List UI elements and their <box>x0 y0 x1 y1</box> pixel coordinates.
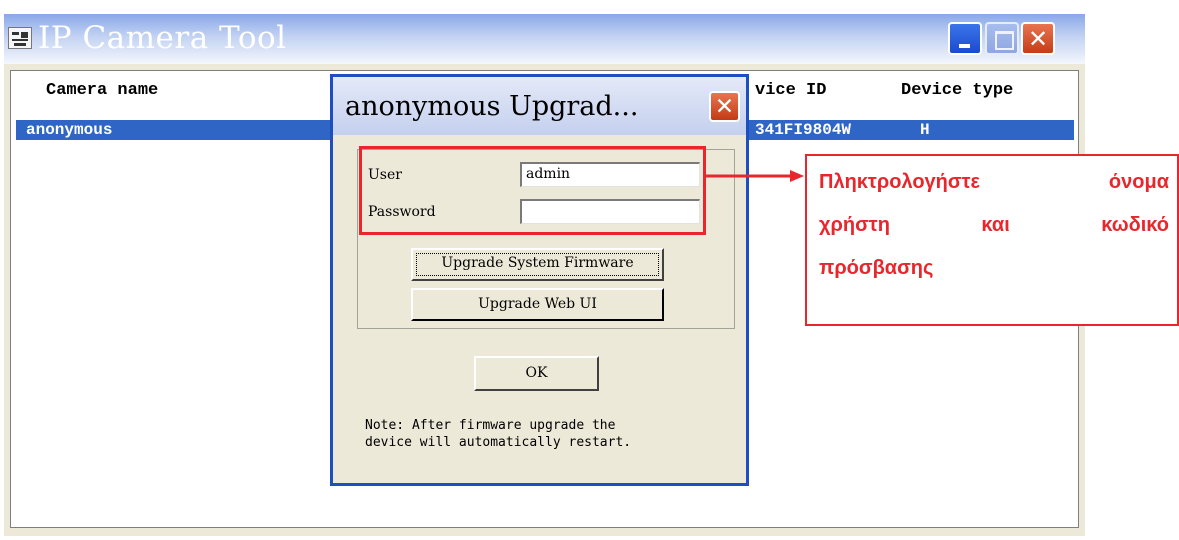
callout-line-3: πρόσβασης <box>819 257 934 279</box>
upgrade-firmware-button[interactable]: Upgrade System Firmware <box>411 248 664 281</box>
upgrade-webui-button[interactable]: Upgrade Web UI <box>411 288 664 321</box>
callout-word: κωδικό <box>1101 214 1169 236</box>
window-titlebar[interactable]: IP Camera Tool ✕ <box>4 14 1085 64</box>
column-header-device-type[interactable]: Device type <box>901 81 1013 100</box>
window-title: IP Camera Tool <box>38 20 287 56</box>
dialog-titlebar[interactable]: anonymous Upgrad... ✕ <box>333 77 746 135</box>
callout-arrow-icon <box>706 170 804 182</box>
callout-line-1: Πληκτρολογήστε όνομα <box>819 171 1169 194</box>
credentials-highlight-box <box>359 146 706 235</box>
maximize-icon <box>995 31 1014 50</box>
callout-word: Πληκτρολογήστε <box>819 171 980 193</box>
callout-word: και <box>981 214 1010 236</box>
row-camera-name: anonymous <box>26 121 113 139</box>
dialog-title: anonymous Upgrad... <box>345 91 639 122</box>
close-button[interactable]: ✕ <box>1021 22 1055 55</box>
dialog-close-button[interactable]: ✕ <box>709 91 740 122</box>
callout-line-2: χρήστη και κωδικό <box>819 214 1169 237</box>
maximize-button[interactable] <box>985 22 1019 55</box>
upgrade-dialog: anonymous Upgrad... ✕ User admin Passwor… <box>330 74 749 486</box>
instruction-callout: Πληκτρολογήστε όνομα χρήστη και κωδικό π… <box>805 154 1179 326</box>
close-icon: ✕ <box>1027 25 1049 53</box>
minimize-button[interactable] <box>948 22 982 55</box>
callout-word: όνομα <box>1108 171 1169 193</box>
row-device-type: H <box>920 121 930 139</box>
close-icon: ✕ <box>714 94 735 120</box>
column-header-device-id[interactable]: vice ID <box>755 81 826 100</box>
minimize-icon <box>959 44 970 48</box>
camera-tool-icon <box>8 27 32 49</box>
ok-button[interactable]: OK <box>474 356 599 391</box>
callout-word: χρήστη <box>819 214 890 236</box>
upgrade-note: Note: After firmware upgrade the device … <box>365 418 632 450</box>
column-header-camera-name[interactable]: Camera name <box>46 81 158 100</box>
row-device-id: 341FI9804W <box>755 121 852 139</box>
